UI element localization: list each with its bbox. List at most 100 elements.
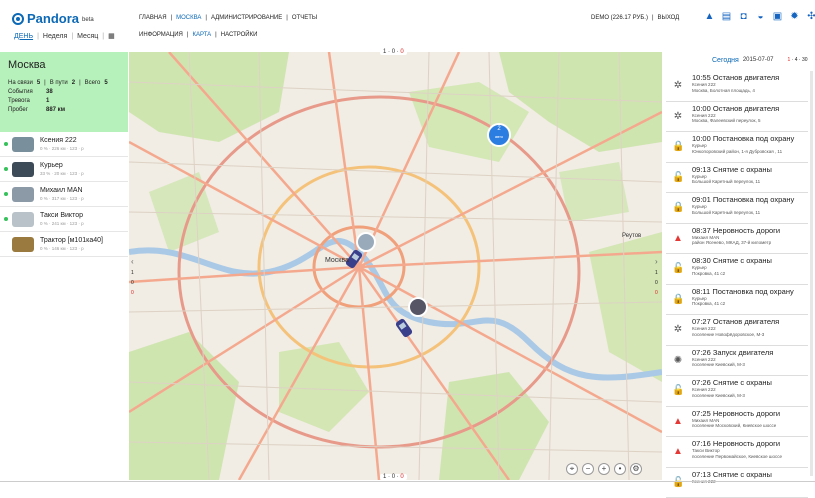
event-item[interactable]: 🔒10:00 Постановка под охрануКурьерЮнкопо… bbox=[666, 132, 808, 163]
page-2[interactable]: 4 bbox=[795, 57, 798, 63]
vehicle-item[interactable]: Ксения 2220 % · 226 км · 123 · р bbox=[0, 132, 128, 157]
calendar-icon[interactable]: ▦ bbox=[108, 32, 115, 40]
map-settings-icon[interactable]: ⚙ bbox=[630, 463, 642, 475]
nav-sep: | bbox=[205, 15, 207, 21]
event-title: Останов двигателя bbox=[713, 104, 779, 113]
period-month[interactable]: Месяц bbox=[77, 33, 98, 40]
event-title-row: 07:25 Неровность дороги bbox=[692, 409, 780, 418]
warning-icon: ▲ bbox=[672, 233, 684, 245]
period-sep: | bbox=[102, 33, 104, 40]
event-address: Москва, Болотная площадь, 4 bbox=[692, 88, 779, 94]
cluster-label[interactable]: 2 авто bbox=[488, 126, 510, 140]
event-item[interactable]: 🔓09:13 Снятие с охраныКурьерБольшой Каре… bbox=[666, 163, 808, 194]
side-count: 0 bbox=[131, 280, 134, 286]
subnav-settings[interactable]: НАСТРОЙКИ bbox=[221, 32, 258, 38]
alert-icon[interactable]: ▲ bbox=[704, 11, 715, 22]
subnav-info[interactable]: ИНФОРМАЦИЯ bbox=[139, 32, 183, 38]
map-view[interactable]: 2 авто Москва Реутов ‹ 1 0 0 › 1 0 0 bbox=[129, 52, 662, 480]
nav-sep: | bbox=[215, 32, 217, 38]
online-status-icon bbox=[4, 167, 8, 171]
lock-icon[interactable]: ◘ bbox=[738, 11, 749, 22]
event-title: Неровность дороги bbox=[713, 226, 780, 235]
event-item[interactable]: ✲10:00 Останов двигателяКсения 222Москва… bbox=[666, 102, 808, 133]
balance-label[interactable]: DEMO (226.17 РУБ.) bbox=[591, 15, 648, 21]
map-pager-top[interactable]: 1 · 0 · 0 bbox=[380, 49, 407, 55]
notes-icon[interactable]: ▣ bbox=[772, 11, 783, 22]
pager-mid: 0 bbox=[392, 49, 395, 55]
event-address: поселение Киевский, М-3 bbox=[692, 393, 772, 399]
period-day[interactable]: ДЕНЬ bbox=[14, 33, 33, 40]
vehicle-item[interactable]: Михаил MAN0 % · 317 км · 123 · р bbox=[0, 182, 128, 207]
event-title: Запуск двигателя bbox=[713, 348, 773, 357]
event-title-row: 09:01 Постановка под охрану bbox=[692, 195, 794, 204]
unlock-icon: 🔓 bbox=[672, 263, 684, 275]
vehicle-item[interactable]: Курьер33 % · 20 км · 123 · р bbox=[0, 157, 128, 182]
zoom-in-button[interactable]: + bbox=[598, 463, 610, 475]
online-status-icon bbox=[4, 217, 8, 221]
event-item[interactable]: 🔒08:11 Постановка под охрануКурьерПокров… bbox=[666, 285, 808, 316]
right-side-pager[interactable]: › 1 0 0 bbox=[655, 257, 658, 296]
pager-mid: 0 bbox=[392, 474, 395, 480]
vehicle-status: 0 % · 146 км · 123 · р bbox=[40, 246, 103, 251]
event-item[interactable]: 🔓07:13 Снятие с охраныКсения 222 bbox=[666, 468, 808, 498]
nav-sep: | bbox=[652, 15, 654, 21]
event-title-row: 07:26 Запуск двигателя bbox=[692, 348, 773, 357]
logout-link[interactable]: ВЫХОД bbox=[658, 15, 680, 21]
vehicle-photo bbox=[12, 187, 34, 202]
event-title: Снятие с охраны bbox=[713, 256, 772, 265]
nav-admin[interactable]: АДМИНИСТРИРОВАНИЕ bbox=[211, 15, 282, 21]
center-button[interactable]: • bbox=[614, 463, 626, 475]
event-body: 07:26 Снятие с охраныКсения 222поселение… bbox=[692, 378, 772, 406]
nav-reports[interactable]: ОТЧЕТЫ bbox=[292, 15, 317, 21]
event-time: 07:25 bbox=[692, 409, 711, 418]
journal-date[interactable]: 2015-07-07 bbox=[743, 57, 774, 63]
collapse-left-arrow[interactable]: ‹ bbox=[131, 257, 134, 266]
map-canvas[interactable] bbox=[129, 52, 662, 480]
vehicle-name: Трактор [м101ка40] bbox=[40, 237, 103, 244]
page-3[interactable]: 30 bbox=[802, 57, 808, 63]
event-item[interactable]: ▲07:16 Неровность дорогиТакси Викторпосе… bbox=[666, 437, 808, 468]
left-side-pager[interactable]: ‹ 1 0 0 bbox=[131, 257, 134, 296]
share-icon[interactable]: ✣ bbox=[806, 11, 815, 22]
event-title-row: 08:37 Неровность дороги bbox=[692, 226, 780, 235]
car-icon[interactable]: ◒ bbox=[755, 11, 766, 22]
event-item[interactable]: 🔓07:26 Снятие с охраныКсения 222поселени… bbox=[666, 376, 808, 407]
event-item[interactable]: ▲07:25 Неровность дорогиМихаил MANпоселе… bbox=[666, 407, 808, 438]
event-item[interactable]: ▲08:37 Неровность дорогиМихаил MANрайон … bbox=[666, 224, 808, 255]
collapse-right-arrow[interactable]: › bbox=[655, 257, 658, 266]
vehicle-photo bbox=[12, 237, 34, 252]
event-time: 08:30 bbox=[692, 256, 711, 265]
vehicle-item[interactable]: Трактор [м101ка40] 0 % · 146 км · 123 · р bbox=[0, 232, 128, 257]
event-item[interactable]: ✲10:55 Останов двигателяКсения 222Москва… bbox=[666, 71, 808, 102]
pandora-logo[interactable]: Pandora beta bbox=[12, 11, 94, 26]
period-sep: | bbox=[37, 33, 39, 40]
event-item[interactable]: 🔒09:01 Постановка под охрануКурьерБольшо… bbox=[666, 193, 808, 224]
event-item[interactable]: ✺07:26 Запуск двигателяКсения 222поселен… bbox=[666, 346, 808, 377]
event-time: 07:13 bbox=[692, 470, 711, 479]
locate-icon[interactable]: ⌖ bbox=[566, 463, 578, 475]
gear-icon[interactable]: ✹ bbox=[789, 11, 800, 22]
total-label: Всего bbox=[85, 80, 101, 86]
vehicle-status: 33 % · 20 км · 123 · р bbox=[40, 171, 84, 176]
map-controls: ⌖ − + • ⚙ bbox=[566, 463, 642, 475]
period-week[interactable]: Неделя bbox=[43, 33, 67, 40]
nav-moscow[interactable]: МОСКВА bbox=[176, 15, 201, 21]
mileage-value: 887 км bbox=[46, 107, 65, 113]
event-journal: ✲10:55 Останов двигателяКсения 222Москва… bbox=[666, 71, 808, 498]
journal-pages[interactable]: 1 · 4 · 30 bbox=[788, 57, 808, 63]
on-way-label: В пути bbox=[50, 80, 68, 86]
on-link-label: На связи bbox=[8, 80, 33, 86]
side-count: 1 bbox=[655, 270, 658, 276]
map-pager-bottom[interactable]: 1 · 0 · 0 bbox=[380, 474, 407, 480]
event-item[interactable]: ✲07:27 Останов двигателяКсения 222поселе… bbox=[666, 315, 808, 346]
today-link[interactable]: Сегодня bbox=[712, 57, 739, 64]
event-item[interactable]: 🔓08:30 Снятие с охраныКурьерПокровка, 41… bbox=[666, 254, 808, 285]
zoom-out-button[interactable]: − bbox=[582, 463, 594, 475]
subnav-map[interactable]: КАРТА bbox=[192, 32, 211, 38]
journal-scrollbar[interactable] bbox=[810, 71, 813, 476]
vehicle-item[interactable]: Такси Виктор0 % · 241 км · 123 · р bbox=[0, 207, 128, 232]
page-1[interactable]: 1 bbox=[788, 57, 791, 63]
nav-main[interactable]: ГЛАВНАЯ bbox=[139, 15, 167, 21]
event-title: Останов двигателя bbox=[713, 317, 779, 326]
document-icon[interactable]: ▤ bbox=[721, 11, 732, 22]
